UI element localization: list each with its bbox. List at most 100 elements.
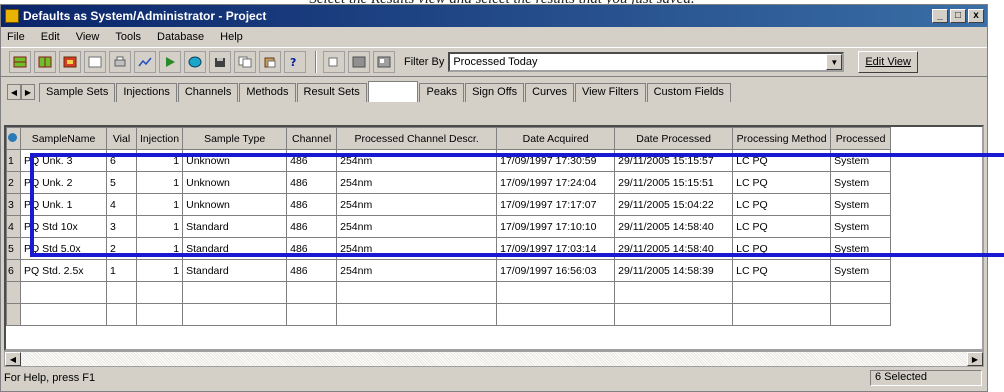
copy-icon[interactable]	[234, 51, 256, 73]
table-cell[interactable]: 1	[106, 259, 137, 282]
column-header[interactable]: Channel	[286, 127, 338, 150]
table-cell[interactable]: 486	[286, 259, 338, 282]
tab-peaks[interactable]: Peaks	[419, 83, 465, 102]
table-cell[interactable]: PQ Unk. 1	[20, 193, 107, 216]
results-grid[interactable]: SampleName Vial Injection Sample Type Ch…	[4, 125, 984, 351]
table-cell[interactable]: 29/11/2005 14:58:40	[614, 215, 734, 238]
table-cell[interactable]: 4	[106, 193, 137, 216]
table-cell[interactable]: LC PQ	[732, 149, 832, 172]
tab-injections[interactable]: Injections	[116, 83, 177, 102]
table-cell[interactable]: Unknown	[182, 193, 288, 216]
tab-custom-fields[interactable]: Custom Fields	[646, 83, 731, 102]
tab-view-filters[interactable]: View Filters	[574, 83, 646, 102]
edit-view-button[interactable]: Edit View	[858, 51, 918, 73]
table-cell[interactable]: 254nm	[336, 215, 498, 238]
tab-channels[interactable]: Channels	[177, 83, 239, 102]
table-cell[interactable]: 254nm	[336, 237, 498, 260]
table-cell[interactable]: 29/11/2005 14:58:39	[614, 259, 734, 282]
database-icon[interactable]	[184, 51, 206, 73]
table-row[interactable]: 5 PQ Std 5.0x 2 1 Standard 486 254nm 17/…	[6, 237, 892, 260]
table-cell[interactable]: 254nm	[336, 149, 498, 172]
table-cell[interactable]: System	[830, 149, 892, 172]
menu-tools[interactable]: Tools	[113, 30, 143, 44]
chart-icon[interactable]	[59, 51, 81, 73]
title-bar[interactable]: Defaults as System/Administrator - Proje…	[1, 5, 987, 27]
table-cell[interactable]: 254nm	[336, 171, 498, 194]
table-cell[interactable]: 3	[106, 215, 137, 238]
paste-icon[interactable]	[259, 51, 281, 73]
chevron-down-icon[interactable]: ▼	[826, 54, 843, 70]
column-header[interactable]: Processed Channel Descr.	[336, 127, 498, 150]
horizontal-scrollbar[interactable]: ◀ ▶	[4, 351, 984, 367]
filter-by-select[interactable]: Processed Today ▼	[448, 52, 845, 72]
tab-methods[interactable]: Methods	[239, 83, 296, 102]
table-cell[interactable]: 1	[135, 171, 184, 194]
table-cell[interactable]: System	[830, 215, 892, 238]
column-header[interactable]: Date Acquired	[496, 127, 616, 150]
minimize-button[interactable]: _	[932, 9, 948, 23]
run-icon[interactable]	[159, 51, 181, 73]
column-header[interactable]: Processed	[830, 127, 892, 150]
grid-icon[interactable]	[9, 51, 31, 73]
row-number[interactable]: 6	[6, 259, 21, 282]
row-number[interactable]: 3	[6, 193, 21, 216]
table-cell[interactable]: 486	[286, 237, 338, 260]
grid-icon[interactable]	[34, 51, 56, 73]
column-header[interactable]: Sample Type	[182, 127, 288, 150]
table-cell[interactable]: 1	[135, 215, 184, 238]
table-row[interactable]: 3 PQ Unk. 1 4 1 Unknown 486 254nm 17/09/…	[6, 193, 892, 216]
table-row[interactable]: 2 PQ Unk. 2 5 1 Unknown 486 254nm 17/09/…	[6, 171, 892, 194]
column-header[interactable]: Processing Method	[732, 127, 832, 150]
tab-results[interactable]: Results	[367, 81, 419, 102]
table-cell[interactable]: 29/11/2005 15:04:22	[614, 193, 734, 216]
table-cell[interactable]: System	[830, 171, 892, 194]
tab-scroll-right-icon[interactable]: ▶	[21, 84, 35, 100]
row-number[interactable]: 5	[6, 237, 21, 260]
table-cell[interactable]: 29/11/2005 15:15:57	[614, 149, 734, 172]
table-cell[interactable]: PQ Std 5.0x	[20, 237, 107, 260]
table-cell[interactable]: PQ Unk. 3	[20, 149, 107, 172]
table-cell[interactable]: 6	[106, 149, 137, 172]
table-cell[interactable]: 1	[135, 149, 184, 172]
row-number[interactable]: 4	[6, 215, 21, 238]
table-cell[interactable]: 486	[286, 215, 338, 238]
table-row[interactable]: 1 PQ Unk. 3 6 1 Unknown 486 254nm 17/09/…	[6, 149, 892, 172]
table-cell[interactable]: 17/09/1997 16:56:03	[496, 259, 616, 282]
table-cell[interactable]: 29/11/2005 14:58:40	[614, 237, 734, 260]
table-cell[interactable]: 29/11/2005 15:15:51	[614, 171, 734, 194]
tab-result-sets[interactable]: Result Sets	[296, 83, 367, 102]
table-cell[interactable]: System	[830, 237, 892, 260]
table-cell[interactable]: LC PQ	[732, 193, 832, 216]
table-cell[interactable]: 254nm	[336, 259, 498, 282]
row-number[interactable]: 2	[6, 171, 21, 194]
table-cell[interactable]: PQ Std 10x	[20, 215, 107, 238]
table-cell[interactable]: Unknown	[182, 171, 288, 194]
menu-database[interactable]: Database	[155, 30, 206, 44]
table-cell[interactable]: Standard	[182, 215, 288, 238]
table-cell[interactable]: LC PQ	[732, 215, 832, 238]
table-cell[interactable]: 5	[106, 171, 137, 194]
column-header[interactable]: SampleName	[20, 127, 107, 150]
checkbox-icon[interactable]	[323, 51, 345, 73]
plot-icon[interactable]	[134, 51, 156, 73]
table-cell[interactable]: 17/09/1997 17:17:07	[496, 193, 616, 216]
help-icon[interactable]: ?	[284, 51, 306, 73]
column-header[interactable]: Date Processed	[614, 127, 734, 150]
tab-sign-offs[interactable]: Sign Offs	[465, 83, 525, 102]
table-cell[interactable]: System	[830, 193, 892, 216]
table-cell[interactable]: Unknown	[182, 149, 288, 172]
table-cell[interactable]: 17/09/1997 17:10:10	[496, 215, 616, 238]
print-icon[interactable]	[109, 51, 131, 73]
column-header[interactable]: Injection	[135, 127, 184, 150]
tab-curves[interactable]: Curves	[525, 83, 574, 102]
table-cell[interactable]: 1	[135, 237, 184, 260]
tab-scroll-left-icon[interactable]: ◀	[7, 84, 21, 100]
table-cell[interactable]: 17/09/1997 17:03:14	[496, 237, 616, 260]
table-cell[interactable]: 1	[135, 193, 184, 216]
table-row[interactable]: 4 PQ Std 10x 3 1 Standard 486 254nm 17/0…	[6, 215, 892, 238]
menu-view[interactable]: View	[74, 30, 102, 44]
table-cell[interactable]: LC PQ	[732, 237, 832, 260]
table-cell[interactable]: 17/09/1997 17:30:59	[496, 149, 616, 172]
maximize-button[interactable]: □	[950, 9, 966, 23]
tab-sample-sets[interactable]: Sample Sets	[39, 83, 116, 102]
